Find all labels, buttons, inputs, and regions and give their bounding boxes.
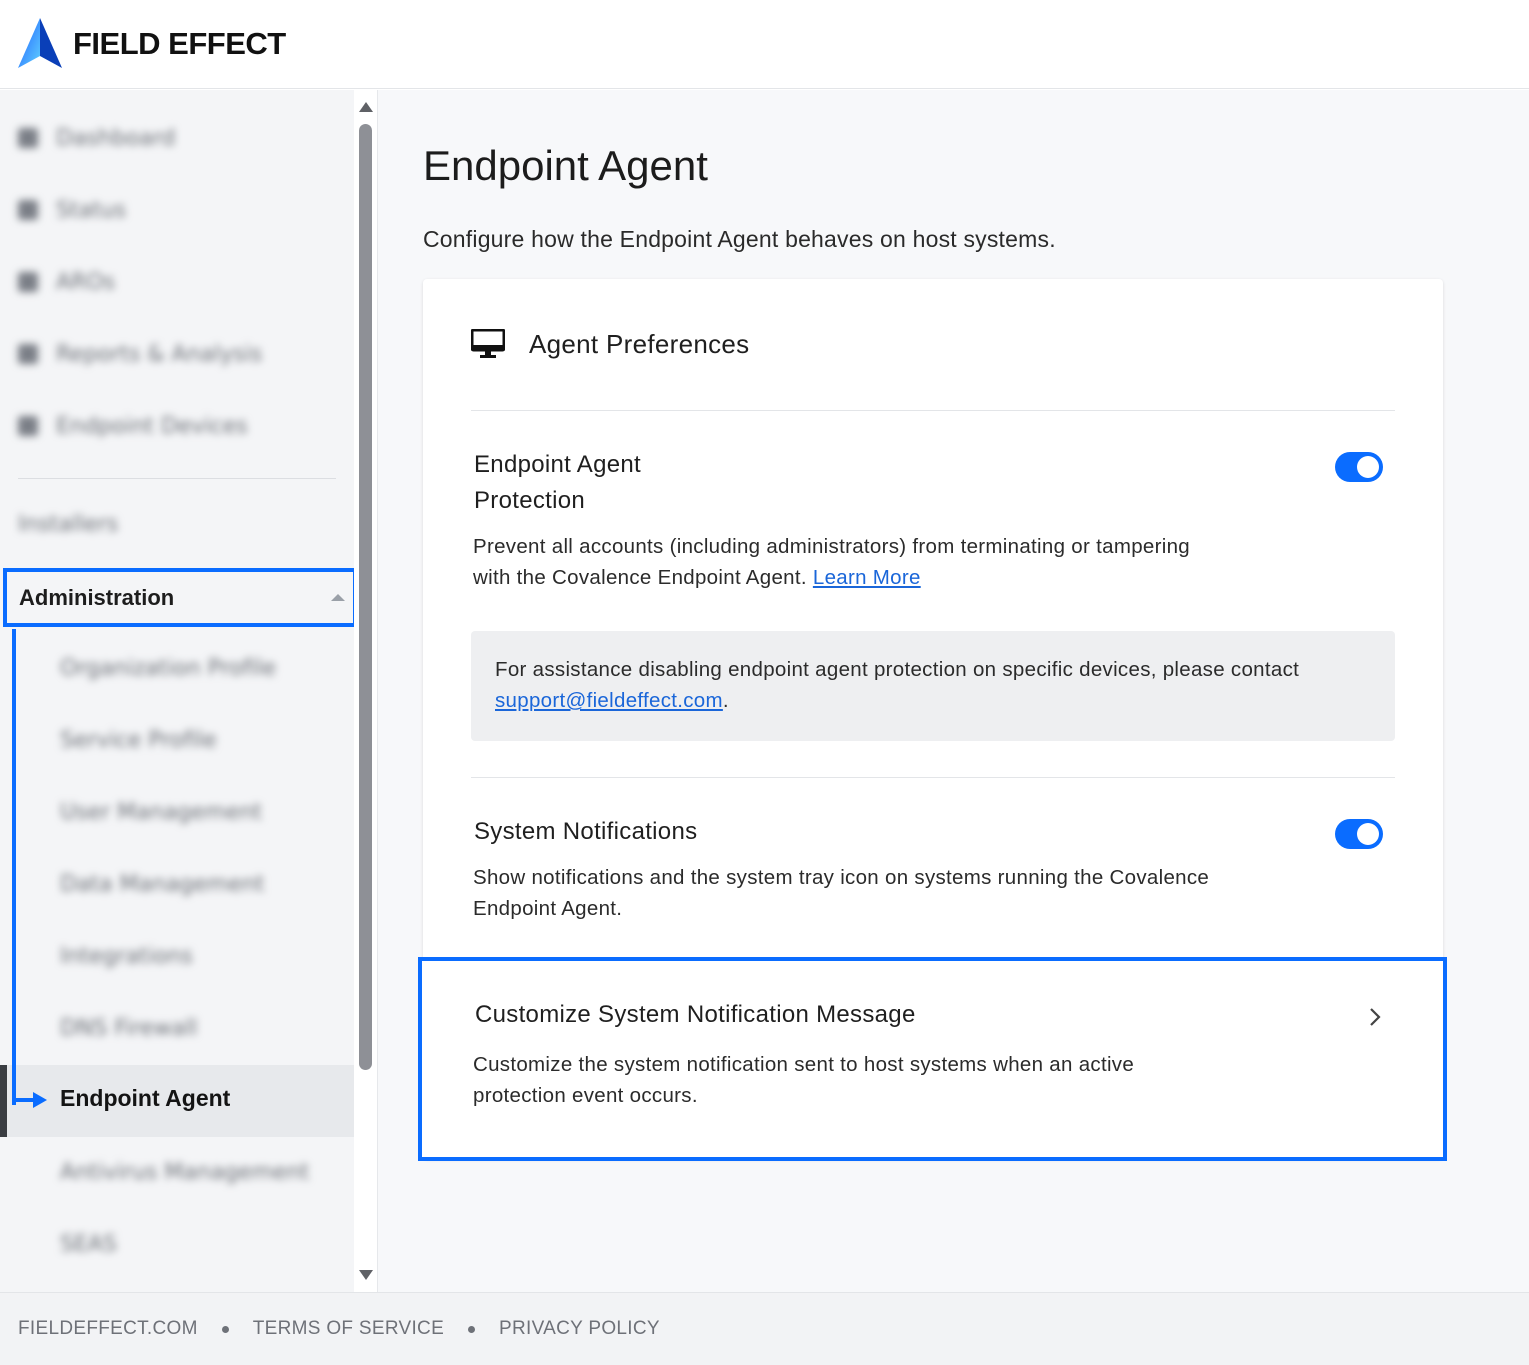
sidebar-scrollbar[interactable]	[354, 90, 378, 1292]
sidebar-item-label: Administration	[19, 584, 175, 610]
sidebar-item-label: Endpoint Agent	[60, 1085, 231, 1111]
sidebar-item-label: AROs	[56, 269, 116, 295]
sidebar-item-label: Status	[56, 197, 127, 223]
arrow-right-icon	[33, 1092, 47, 1108]
scroll-down-icon[interactable]	[359, 1270, 373, 1280]
divider	[471, 777, 1395, 778]
status-icon	[18, 200, 38, 220]
sidebar-item-user-management[interactable]: User Management	[60, 792, 262, 832]
scroll-thumb[interactable]	[359, 124, 372, 1070]
setting-description: Prevent all accounts (including administ…	[473, 531, 1213, 593]
customize-notification-row[interactable]: Customize System Notification Message Cu…	[418, 957, 1447, 1161]
sidebar-item-label: Service Profile	[60, 727, 217, 753]
footer: FIELDEFFECT.COM TERMS OF SERVICE PRIVACY…	[0, 1292, 1529, 1365]
toggle-knob	[1357, 823, 1379, 845]
dashboard-icon	[18, 128, 38, 148]
setting-description: Customize the system notification sent t…	[473, 1053, 1135, 1107]
footer-link-terms[interactable]: TERMS OF SERVICE	[253, 1318, 444, 1340]
sidebar-item-antivirus-management[interactable]: Antivirus Management	[60, 1152, 309, 1192]
sidebar-item-label: User Management	[60, 799, 263, 825]
sidebar-item-label: Dashboard	[56, 125, 176, 151]
sidebar-item-label: Reports & Analysis	[56, 341, 263, 367]
setting-title-endpoint-agent-protection: Endpoint Agent Protection	[474, 447, 641, 519]
sidebar-item-label: Installers	[18, 511, 119, 537]
info-suffix: .	[722, 689, 729, 712]
sidebar-item-label: DNS Firewall	[60, 1015, 198, 1041]
warning-icon	[18, 272, 38, 292]
sidebar-item-label: Integrations	[60, 943, 193, 969]
setting-title-line: Protection	[474, 487, 586, 514]
setting-title-line: Endpoint Agent	[474, 451, 642, 478]
devices-icon	[18, 416, 38, 436]
info-message: For assistance disabling endpoint agent …	[495, 658, 1300, 681]
sidebar-item-dns-firewall[interactable]: DNS Firewall	[60, 1008, 197, 1048]
learn-more-link[interactable]: Learn More	[813, 566, 921, 589]
toggle-knob	[1357, 456, 1379, 478]
support-email-link[interactable]: support@fieldeffect.com	[495, 689, 723, 712]
field-effect-logo-icon[interactable]	[18, 18, 62, 70]
sidebar-item-endpoint-devices[interactable]: Endpoint Devices	[18, 406, 248, 446]
sidebar-item-aros[interactable]: AROs	[18, 262, 115, 302]
sidebar-item-data-management[interactable]: Data Management	[60, 864, 264, 904]
setting-title-system-notifications: System Notifications	[474, 818, 698, 845]
page-title: Endpoint Agent	[423, 142, 708, 189]
system-notifications-toggle[interactable]	[1335, 819, 1383, 849]
sidebar-item-label: Organization Profile	[60, 655, 277, 681]
sidebar-item-integrations[interactable]: Integrations	[60, 936, 193, 976]
setting-description: Show notifications and the system tray i…	[473, 866, 1210, 920]
sidebar-item-label: Endpoint Devices	[56, 413, 248, 439]
chevron-right-icon[interactable]	[1368, 1007, 1382, 1027]
footer-link-privacy[interactable]: PRIVACY POLICY	[499, 1318, 660, 1340]
sidebar-item-reports[interactable]: Reports & Analysis	[18, 334, 262, 374]
footer-link-fieldeffect[interactable]: FIELDEFFECT.COM	[18, 1318, 198, 1340]
chevron-up-icon	[331, 594, 345, 601]
sidebar-item-service-profile[interactable]: Service Profile	[60, 720, 217, 760]
app-header: FIELD EFFECT	[0, 0, 1529, 89]
page-subtitle: Configure how the Endpoint Agent behaves…	[423, 226, 1056, 252]
sidebar-item-label: SEAS	[60, 1231, 117, 1257]
info-box: For assistance disabling endpoint agent …	[471, 631, 1395, 741]
endpoint-agent-protection-toggle[interactable]	[1335, 452, 1383, 482]
monitor-icon	[471, 329, 505, 358]
sidebar-item-installers[interactable]: Installers	[18, 504, 118, 544]
info-text: For assistance disabling endpoint agent …	[495, 654, 1375, 716]
sidebar-item-label: Antivirus Management	[60, 1159, 310, 1185]
sidebar-divider	[18, 478, 336, 479]
card-title: Agent Preferences	[529, 328, 750, 359]
sidebar-item-organization-profile[interactable]: Organization Profile	[60, 648, 276, 688]
sidebar-item-seas[interactable]: SEAS	[60, 1224, 117, 1264]
brand-name: FIELD EFFECT	[73, 26, 286, 61]
sidebar-item-endpoint-agent[interactable]: Endpoint Agent	[0, 1065, 354, 1137]
sidebar-item-dashboard[interactable]: Dashboard	[18, 118, 175, 158]
divider	[471, 410, 1395, 411]
sidebar-item-administration[interactable]: Administration	[3, 568, 357, 627]
sidebar: Dashboard Status AROs Reports & Analysis…	[0, 90, 354, 1292]
sidebar-item-status[interactable]: Status	[18, 190, 126, 230]
active-indicator	[0, 1065, 7, 1137]
sidebar-item-label: Data Management	[60, 871, 265, 897]
setting-title-customize-notification: Customize System Notification Message	[475, 1001, 916, 1028]
reports-icon	[18, 344, 38, 364]
highlight-connector	[12, 629, 16, 1105]
card-header: Agent Preferences	[471, 327, 749, 361]
footer-separator	[468, 1325, 476, 1333]
scroll-up-icon[interactable]	[359, 102, 373, 112]
footer-separator	[221, 1325, 229, 1333]
